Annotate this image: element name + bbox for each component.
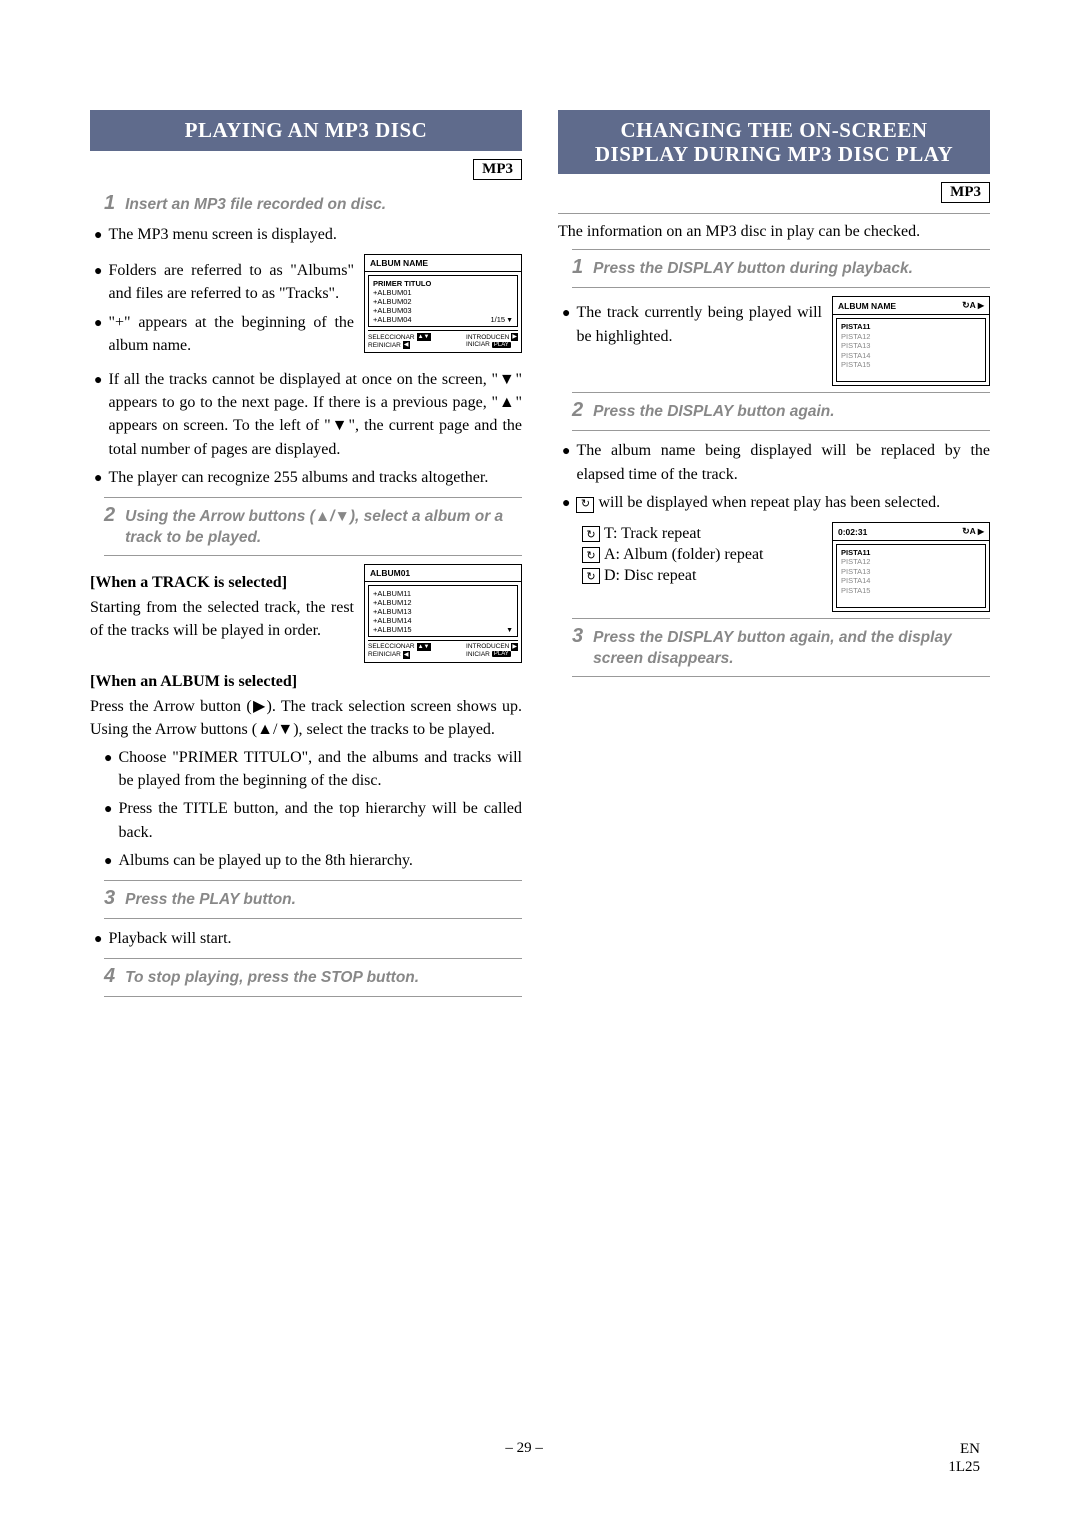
subhead-track: [When a TRACK is selected]: [90, 574, 354, 592]
triangle-right-icon: ▶: [978, 527, 984, 536]
right-column: CHANGING THE ON-SCREEN DISPLAY DURING MP…: [558, 110, 990, 1005]
bullet-dot-icon: ●: [104, 849, 112, 874]
left-icon: ◀: [403, 341, 410, 349]
play-pill-icon: PLAY: [492, 651, 511, 657]
mp3-menu-screenshot-2: ALBUM01 +ALBUM11 +ALBUM12 +ALBUM13 +ALBU…: [364, 564, 522, 663]
bullet: ●The MP3 menu screen is displayed.: [94, 223, 522, 248]
page-footer: – 29 – EN 1L25: [0, 1440, 1080, 1476]
page-number: – 29 –: [505, 1440, 543, 1476]
left-title: PLAYING AN MP3 DISC: [90, 110, 522, 151]
step-number: 1: [104, 190, 115, 217]
step-4-left: 4 To stop playing, press the STOP button…: [104, 958, 522, 997]
up-down-icon: ▲▼: [417, 333, 431, 341]
footer-right: EN 1L25: [948, 1440, 980, 1476]
right-title: CHANGING THE ON-SCREEN DISPLAY DURING MP…: [558, 110, 990, 174]
repeat-box-icon: ↻: [582, 526, 600, 542]
mini-body: PRIMER TITULO +ALBUM01 +ALBUM02 +ALBUM03…: [368, 275, 518, 327]
bullet-dot-icon: ●: [104, 797, 112, 843]
play-pill-icon: PLAY: [492, 342, 511, 348]
bullet-dot-icon: ●: [562, 439, 570, 485]
left-badge-row: MP3: [90, 159, 522, 180]
triangle-down-icon: [506, 625, 513, 634]
page-indicator: 1/15: [490, 315, 513, 324]
step-2-left: 2 Using the Arrow buttons (▲/▼), select …: [104, 497, 522, 556]
step-text: Insert an MP3 file recorded on disc.: [125, 195, 522, 216]
bullet-dot-icon: ●: [104, 746, 112, 792]
bullet-dot-icon: ●: [94, 223, 102, 248]
now-playing-screenshot-2: 0:02:31 ↻A ▶ PISTA11 PISTA12 PISTA13 PIS…: [832, 522, 990, 612]
repeat-box-icon: ↻: [576, 497, 594, 513]
repeat-box-icon: ↻: [582, 568, 600, 584]
mini-footer: SELECCIONAR ▲▼ REINICIAR ◀ INTRODUCEN ▶ …: [368, 330, 518, 349]
up-down-icon: ▲▼: [417, 643, 431, 651]
step-1-right: 1 Press the DISPLAY button during playba…: [572, 249, 990, 288]
right-badge-row: MP3: [558, 182, 990, 203]
mini-header: ALBUM NAME: [365, 255, 521, 272]
repeat-track-row: ↻T: Track repeat: [582, 525, 822, 543]
left-column: PLAYING AN MP3 DISC MP3 1 Insert an MP3 …: [90, 110, 522, 1005]
right-icon: ▶: [511, 643, 518, 651]
subhead-album: [When an ALBUM is selected]: [90, 673, 522, 691]
repeat-album-row: ↻A: Album (folder) repeat: [582, 546, 822, 564]
repeat-disc-row: ↻D: Disc repeat: [582, 567, 822, 585]
mp3-badge-left: MP3: [473, 159, 522, 180]
bullet-dot-icon: ●: [562, 491, 570, 516]
step-1-left: 1 Insert an MP3 file recorded on disc.: [104, 190, 522, 217]
loop-icon: ↻: [962, 300, 970, 310]
right-intro: The information on an MP3 disc in play c…: [558, 213, 990, 243]
now-playing-screenshot-1: ALBUM NAME ↻A ▶ PISTA11 PISTA12 PISTA13 …: [832, 296, 990, 386]
repeat-indicator: ↻A ▶: [962, 300, 984, 311]
loop-icon: ↻: [962, 526, 970, 536]
bullet-dot-icon: ●: [94, 466, 102, 491]
step-3-left: 3 Press the PLAY button.: [104, 880, 522, 919]
bullet-dot-icon: ●: [94, 311, 102, 357]
two-column-layout: PLAYING AN MP3 DISC MP3 1 Insert an MP3 …: [90, 110, 990, 1005]
mp3-badge-right: MP3: [941, 182, 990, 203]
bullet-dot-icon: ●: [562, 301, 570, 347]
repeat-box-icon: ↻: [582, 547, 600, 563]
repeat-indicator: ↻A ▶: [962, 526, 984, 537]
triangle-down-icon: [506, 315, 513, 324]
highlighted-track-block: ●The track currently being played will b…: [558, 296, 990, 386]
text-with-screen-1: ●Folders are referred to as "Albums" and…: [90, 254, 522, 362]
mp3-menu-screenshot-1: ALBUM NAME PRIMER TITULO +ALBUM01 +ALBUM…: [364, 254, 522, 353]
bullet-dot-icon: ●: [94, 368, 102, 461]
step-3-right: 3 Press the DISPLAY button again, and th…: [572, 618, 990, 677]
repeat-types-block: ↻T: Track repeat ↻A: Album (folder) repe…: [558, 522, 990, 612]
left-icon: ◀: [403, 651, 410, 659]
bullet-dot-icon: ●: [94, 259, 102, 305]
text-side: ●Folders are referred to as "Albums" and…: [90, 254, 354, 362]
track-selected-block: [When a TRACK is selected] Starting from…: [90, 564, 522, 663]
right-icon: ▶: [511, 333, 518, 341]
bullet-dot-icon: ●: [94, 927, 102, 952]
step-2-right: 2 Press the DISPLAY button again.: [572, 392, 990, 431]
triangle-right-icon: ▶: [978, 301, 984, 310]
